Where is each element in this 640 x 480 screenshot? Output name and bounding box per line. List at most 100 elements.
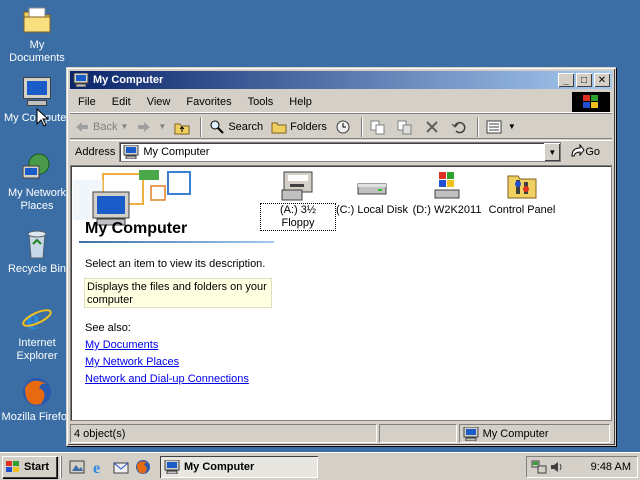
item-cd-drive[interactable]: (D:) W2K2011: [410, 170, 484, 217]
pane-description: Select an item to view its description.: [85, 258, 266, 270]
title-bar[interactable]: My Computer _ □ ✕: [70, 71, 612, 89]
copy-to-button[interactable]: [393, 116, 420, 138]
task-label: My Computer: [184, 460, 255, 473]
ie-icon[interactable]: e: [91, 459, 107, 477]
delete-button[interactable]: [420, 116, 447, 138]
menu-tools[interactable]: Tools: [240, 96, 282, 108]
menu-favorites[interactable]: Favorites: [178, 96, 239, 108]
start-button[interactable]: Start: [2, 456, 57, 478]
link-network-dialup[interactable]: Network and Dial-up Connections: [85, 373, 249, 385]
minimize-icon: _: [563, 74, 569, 86]
history-button[interactable]: [331, 116, 358, 138]
desktop-icon-label: Internet Explorer: [16, 337, 58, 362]
close-icon: ✕: [597, 74, 607, 86]
address-input[interactable]: My Computer ▼: [119, 142, 562, 162]
history-icon: [335, 119, 351, 135]
computer-icon: [73, 72, 89, 88]
go-button[interactable]: Go: [569, 143, 600, 161]
chevron-down-icon[interactable]: ▼: [158, 122, 166, 131]
computer-icon: [123, 144, 139, 160]
computer-icon: [164, 459, 180, 474]
desktop-icon-my-documents[interactable]: My Documents: [0, 4, 74, 65]
desktop-icon-label: My Network Places: [7, 187, 67, 212]
chevron-down-icon: ▼: [548, 147, 557, 157]
move-to-button[interactable]: [366, 116, 393, 138]
windows-logo-icon: [5, 460, 21, 474]
menu-help[interactable]: Help: [281, 96, 320, 108]
search-button[interactable]: Search: [205, 116, 267, 138]
cd-drive-icon: [429, 170, 465, 202]
outlook-express-icon[interactable]: [113, 459, 129, 475]
maximize-icon: □: [580, 74, 588, 86]
title-divider: [79, 241, 274, 243]
status-empty-cell: [378, 424, 457, 443]
quick-launch: e: [61, 455, 154, 478]
chevron-down-icon[interactable]: ▼: [120, 122, 128, 131]
pane-title: My Computer: [85, 220, 188, 237]
desktop-icon-internet-explorer[interactable]: e Internet Explorer: [0, 302, 74, 363]
menu-file[interactable]: File: [70, 96, 104, 108]
ie-icon: e: [21, 302, 53, 336]
views-button[interactable]: ▼: [482, 116, 520, 138]
desktop-icon-mozilla-firefox[interactable]: Mozilla Firefox: [0, 376, 74, 424]
minimize-button[interactable]: _: [558, 73, 574, 87]
close-button[interactable]: ✕: [594, 73, 610, 87]
folder-view[interactable]: My Computer Select an item to view its d…: [70, 165, 612, 421]
item-label: (D:) W2K2011: [412, 204, 482, 216]
address-value: My Computer: [143, 146, 210, 158]
undo-button[interactable]: [447, 116, 474, 138]
menu-edit[interactable]: Edit: [104, 96, 139, 108]
see-also-label: See also:: [85, 322, 131, 334]
taskbar: Start e My Computer 9:48 AM: [0, 452, 640, 480]
desktop-icon-my-network-places[interactable]: My Network Places: [0, 152, 74, 213]
computer-icon: [21, 77, 53, 109]
go-arrow-icon: [569, 143, 585, 161]
address-label: Address: [75, 146, 116, 158]
status-bar: 4 object(s) My Computer: [70, 424, 612, 444]
control-panel-icon: [504, 170, 540, 202]
window-title: My Computer: [93, 74, 164, 86]
mouse-cursor-icon: [36, 108, 48, 127]
up-folder-button[interactable]: [170, 116, 197, 138]
item-control-panel[interactable]: Control Panel: [485, 170, 559, 217]
firefox-icon: [21, 376, 53, 408]
floppy-icon: [280, 170, 316, 202]
network-status-icon[interactable]: [531, 459, 547, 475]
windows-logo-icon: [572, 92, 610, 112]
volume-icon[interactable]: [549, 459, 565, 475]
menu-view[interactable]: View: [139, 96, 179, 108]
firefox-icon[interactable]: [135, 459, 151, 475]
folders-button[interactable]: Folders: [267, 116, 331, 138]
my-computer-window[interactable]: My Computer _ □ ✕ File Edit View Favorit…: [66, 67, 616, 446]
back-label: Back: [93, 120, 118, 133]
desktop-icon-label: Mozilla Firefox: [1, 411, 73, 423]
views-icon: [486, 119, 502, 135]
web-view-pane: My Computer Select an item to view its d…: [73, 168, 274, 418]
recycle-bin-icon: [21, 228, 53, 260]
menu-bar: File Edit View Favorites Tools Help: [70, 91, 612, 113]
folder-documents-icon: [21, 4, 53, 36]
status-count-text: 4 object(s): [74, 427, 126, 440]
desktop-icon-label: My Documents: [9, 39, 65, 64]
item-floppy[interactable]: (A:) 3½ Floppy: [260, 170, 336, 231]
item-local-disk[interactable]: (C:) Local Disk: [335, 170, 409, 217]
link-my-documents[interactable]: My Documents: [85, 339, 158, 351]
status-location-text: My Computer: [482, 427, 549, 440]
link-my-network-places[interactable]: My Network Places: [85, 356, 179, 368]
forward-button[interactable]: ▼: [132, 116, 170, 138]
toolbar-separator: [476, 116, 479, 137]
desktop-icon-recycle-bin[interactable]: Recycle Bin: [0, 228, 74, 276]
clock[interactable]: 9:48 AM: [591, 461, 631, 473]
delete-icon: [424, 119, 440, 135]
network-icon: [21, 152, 53, 184]
address-dropdown-button[interactable]: ▼: [544, 143, 561, 161]
maximize-button[interactable]: □: [576, 73, 592, 87]
taskbar-button-my-computer[interactable]: My Computer: [160, 455, 318, 478]
show-desktop-icon[interactable]: [69, 459, 85, 475]
svg-text:e: e: [93, 460, 100, 475]
back-button[interactable]: Back ▼: [70, 116, 132, 138]
item-label: (C:) Local Disk: [335, 204, 409, 216]
move-to-icon: [370, 119, 386, 135]
chevron-down-icon[interactable]: ▼: [508, 122, 516, 131]
status-object-count: 4 object(s): [70, 424, 377, 443]
